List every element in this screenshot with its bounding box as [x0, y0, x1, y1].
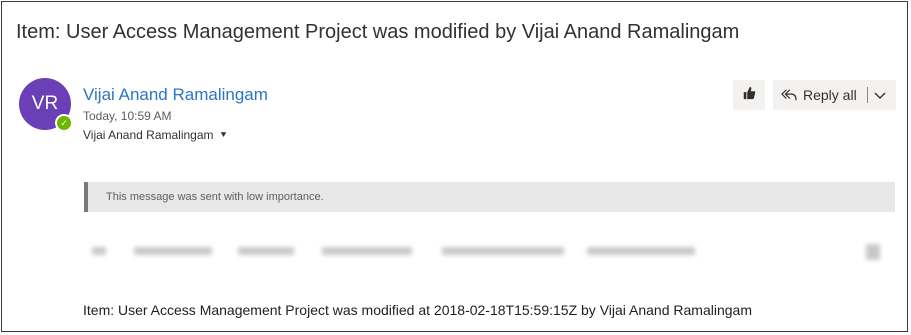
reply-all-button[interactable]: Reply all	[773, 80, 896, 110]
recipient-line[interactable]: Vijai Anand Ramalingam ⯆	[83, 128, 228, 142]
presence-available-icon: ✓	[55, 114, 73, 132]
reply-all-label: Reply all	[803, 87, 857, 103]
avatar-initials: VR	[31, 93, 59, 114]
message-subject: Item: User Access Management Project was…	[16, 21, 740, 43]
importance-banner: This message was sent with low importanc…	[84, 182, 895, 212]
message-body: Item: User Access Management Project was…	[83, 302, 752, 318]
reply-all-icon	[781, 88, 797, 102]
chevron-down-icon	[874, 92, 886, 99]
message-reading-pane: Item: User Access Management Project was…	[1, 1, 908, 332]
expand-recipients-icon[interactable]: ⯆	[220, 130, 228, 141]
sender-name[interactable]: Vijai Anand Ramalingam	[83, 85, 268, 105]
thumbs-up-icon	[742, 86, 756, 105]
redacted-content-row	[92, 242, 892, 262]
importance-notice: This message was sent with low importanc…	[106, 191, 324, 203]
reply-options-dropdown[interactable]	[874, 87, 886, 103]
like-button[interactable]	[733, 80, 765, 110]
recipient-name: Vijai Anand Ramalingam	[83, 128, 214, 142]
message-timestamp: Today, 10:59 AM	[83, 109, 172, 123]
button-divider	[866, 87, 868, 103]
